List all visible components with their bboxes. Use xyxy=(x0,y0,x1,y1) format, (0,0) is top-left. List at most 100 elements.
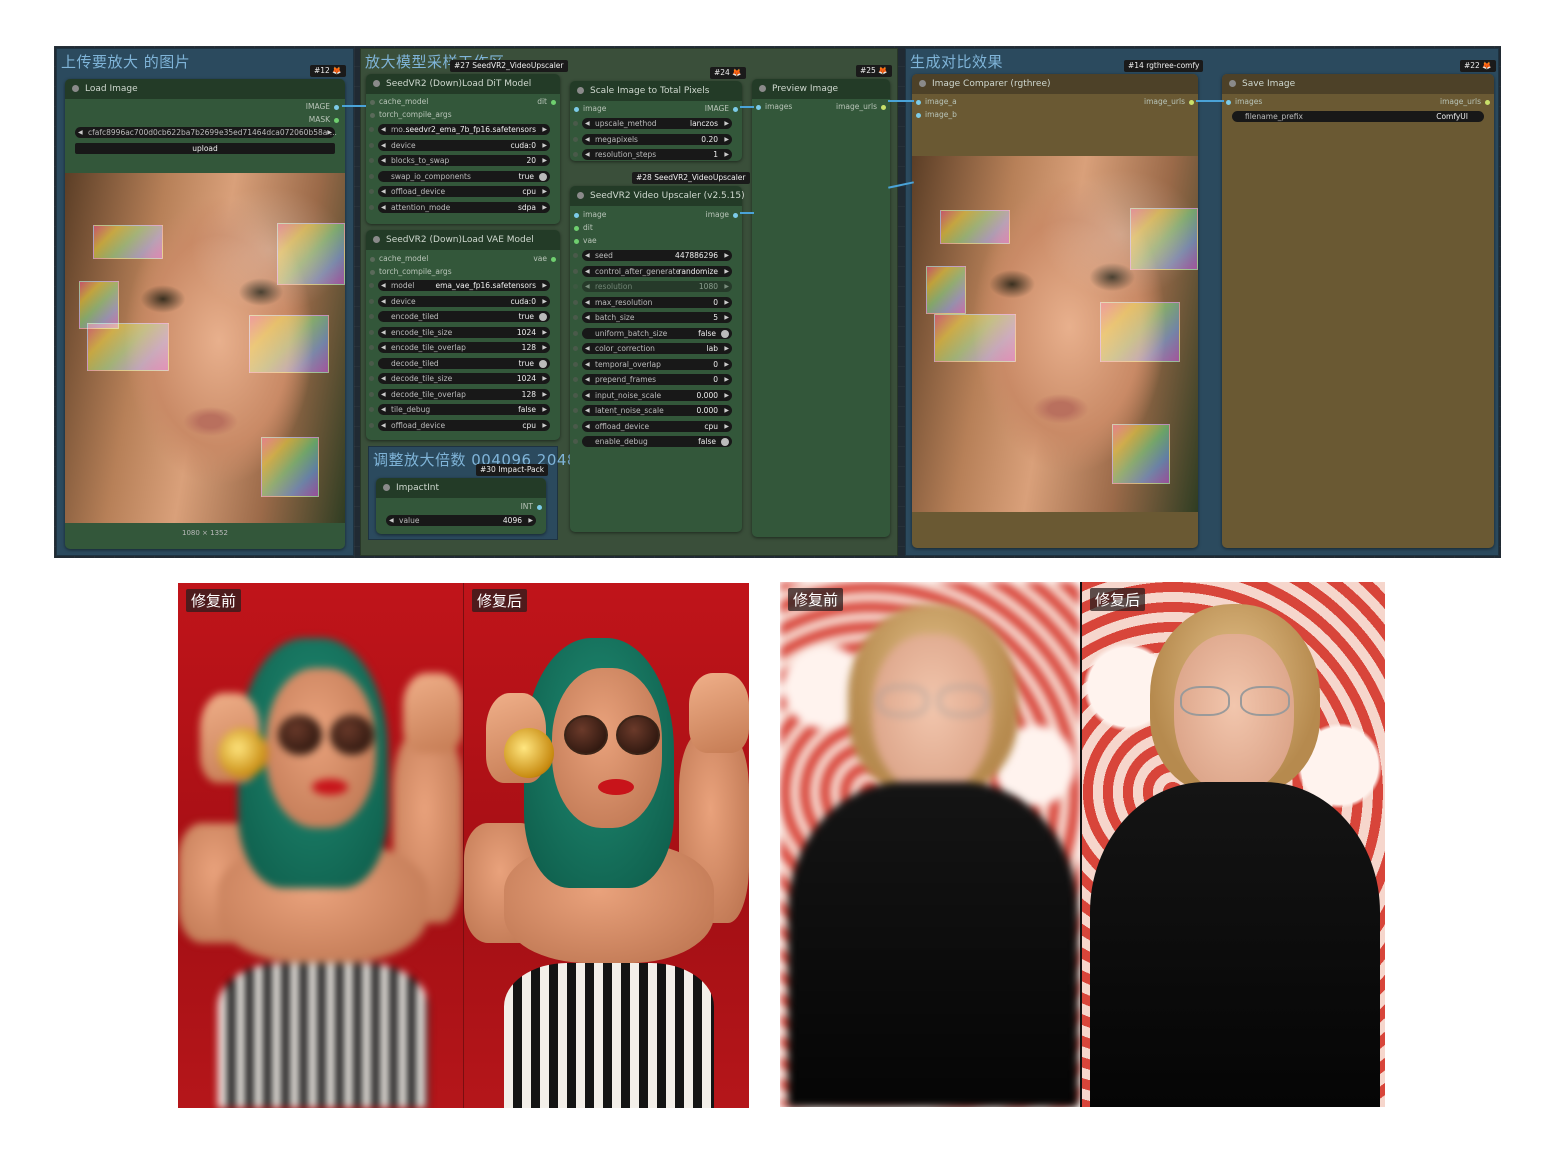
input-vae[interactable]: vae xyxy=(570,236,597,245)
output-int[interactable]: INT xyxy=(521,502,546,511)
input-dit[interactable]: dit xyxy=(570,223,593,232)
node-title-comparer[interactable]: Image Comparer (rgthree) xyxy=(912,74,1198,94)
comfy-canvas[interactable]: 上传要放大 的图片 放大模型采样工作区 生成对比效果 调整放大倍数 004096… xyxy=(54,46,1501,558)
output-mask[interactable]: MASK xyxy=(309,115,343,124)
input-image-a[interactable]: image_a xyxy=(912,97,957,106)
widget-socket[interactable] xyxy=(573,377,578,382)
widget-max-resolution[interactable]: max_resolution 0 xyxy=(573,296,732,308)
input-cache-model-vae[interactable]: cache_model xyxy=(366,254,428,263)
upload-button[interactable]: upload xyxy=(75,143,335,154)
widget-socket[interactable] xyxy=(573,121,578,126)
widget-uniform-batch-size[interactable]: uniform_batch_size false xyxy=(573,327,732,339)
widget-temporal-overlap[interactable]: temporal_overlap 0 xyxy=(573,358,732,370)
widget-decode-tile-overlap[interactable]: decode_tile_overlap 128 xyxy=(369,388,550,400)
widget-enable-debug[interactable]: enable_debug false xyxy=(573,436,732,447)
widget-swap-io-components[interactable]: swap_io_components true xyxy=(369,170,550,182)
input-image-scale[interactable]: image xyxy=(570,104,606,113)
output-dit[interactable]: dit xyxy=(537,97,560,106)
widget-upscale-method[interactable]: upscale_method lanczos xyxy=(573,118,732,129)
widget-socket[interactable] xyxy=(573,439,578,444)
widget-input-noise-scale[interactable]: input_noise_scale 0.000 xyxy=(573,389,732,401)
toggle-knob[interactable] xyxy=(539,359,547,368)
widget-blocks-to-swap[interactable]: blocks_to_swap 20 xyxy=(369,155,550,166)
widget-socket[interactable] xyxy=(573,136,578,142)
node-title-impact[interactable]: ImpactInt xyxy=(376,478,546,498)
output-vae[interactable]: vae xyxy=(533,254,560,263)
impact-value-widget[interactable]: value 4096 xyxy=(386,515,536,526)
widget-socket[interactable] xyxy=(573,361,578,367)
node-title-vae[interactable]: SeedVR2 (Down)Load VAE Model xyxy=(366,230,560,250)
comparer-image-preview[interactable] xyxy=(912,156,1198,512)
widget-socket[interactable] xyxy=(369,298,374,304)
node-title-scale[interactable]: Scale Image to Total Pixels xyxy=(570,81,742,101)
widget-socket[interactable] xyxy=(573,253,578,258)
widget-device[interactable]: device cuda:0 xyxy=(369,295,550,307)
widget-offload-device[interactable]: offload_device cpu xyxy=(573,420,732,432)
input-cache-model[interactable]: cache_model xyxy=(366,97,428,106)
widget-socket[interactable] xyxy=(573,330,578,336)
toggle-knob[interactable] xyxy=(721,438,729,446)
widget-socket[interactable] xyxy=(573,299,578,305)
node-video-upscaler[interactable]: SeedVR2 Video Upscaler (v2.5.15) image d… xyxy=(570,186,745,532)
node-save-image[interactable]: Save Image images image_urls filename_pr… xyxy=(1222,74,1494,548)
widget-encode-tiled[interactable]: encode_tiled true xyxy=(369,311,550,322)
input-image-upscaler[interactable]: image xyxy=(570,210,606,219)
widget-control-after-generate[interactable]: control_after_generaterandomize xyxy=(573,265,732,277)
output-urls-comparer[interactable]: image_urls xyxy=(1144,97,1198,106)
widget-socket[interactable] xyxy=(369,127,374,132)
widget-attention-mode[interactable]: attention_mode sdpa xyxy=(369,201,550,213)
widget-socket[interactable] xyxy=(573,268,578,274)
widget-color-correction[interactable]: color_correction lab xyxy=(573,343,732,354)
widget-decode-tile-size[interactable]: decode_tile_size 1024 xyxy=(369,373,550,384)
image-file-combo[interactable]: cfafc8996ac700d0cb622ba7b2699e35ed71464d… xyxy=(75,127,337,138)
node-image-comparer[interactable]: Image Comparer (rgthree) image_a image_b… xyxy=(912,74,1198,548)
widget-encode-tile-size[interactable]: encode_tile_size 1024 xyxy=(369,326,550,338)
output-urls-save[interactable]: image_urls xyxy=(1440,97,1494,106)
filename-prefix-field[interactable]: filename_prefix ComfyUI xyxy=(1232,111,1484,122)
widget-socket[interactable] xyxy=(369,407,374,412)
output-image-scale[interactable]: IMAGE xyxy=(705,104,742,113)
node-title-upscaler[interactable]: SeedVR2 Video Upscaler (v2.5.15) xyxy=(570,186,745,206)
widget-batch-size[interactable]: batch_size 5 xyxy=(573,312,732,323)
node-scale-image[interactable]: Scale Image to Total Pixels image IMAGE … xyxy=(570,81,742,161)
widget-socket[interactable] xyxy=(573,423,578,429)
node-vae-loader[interactable]: SeedVR2 (Down)Load VAE Model cache_model… xyxy=(366,230,560,440)
input-torch-compile-vae[interactable]: torch_compile_args xyxy=(366,267,452,276)
node-title-dit[interactable]: SeedVR2 (Down)Load DiT Model xyxy=(366,74,560,94)
widget-socket[interactable] xyxy=(573,315,578,320)
widget-socket[interactable] xyxy=(573,284,578,289)
widget-offload-device[interactable]: offload_device cpu xyxy=(369,419,550,431)
widget-socket[interactable] xyxy=(369,376,374,381)
node-title-save[interactable]: Save Image xyxy=(1222,74,1494,94)
widget-tile-debug[interactable]: tile_debug false xyxy=(369,404,550,415)
widget-socket[interactable] xyxy=(369,345,374,350)
toggle-knob[interactable] xyxy=(539,172,547,181)
widget-socket[interactable] xyxy=(369,314,374,319)
input-images-preview[interactable]: images xyxy=(752,102,792,111)
widget-resolution-steps[interactable]: resolution_steps 1 xyxy=(573,149,732,160)
widget-megapixels[interactable]: megapixels 0.20 xyxy=(573,133,732,145)
output-image[interactable]: IMAGE xyxy=(306,102,343,111)
widget-socket[interactable] xyxy=(369,283,374,288)
widget-socket[interactable] xyxy=(573,346,578,351)
widget-socket[interactable] xyxy=(369,391,374,397)
widget-socket[interactable] xyxy=(369,329,374,335)
widget-socket[interactable] xyxy=(369,173,374,179)
node-dit-loader[interactable]: SeedVR2 (Down)Load DiT Model cache_model… xyxy=(366,74,560,224)
widget-socket[interactable] xyxy=(369,204,374,210)
input-image-b[interactable]: image_b xyxy=(912,110,957,119)
widget-socket[interactable] xyxy=(369,422,374,428)
widget-device[interactable]: device cuda:0 xyxy=(369,139,550,151)
widget-socket[interactable] xyxy=(369,189,374,194)
toggle-knob[interactable] xyxy=(539,313,547,321)
node-title-load-image[interactable]: Load Image xyxy=(65,79,345,99)
node-preview-image[interactable]: Preview Image images image_urls xyxy=(752,79,890,537)
node-title-preview[interactable]: Preview Image xyxy=(752,79,890,99)
widget-socket[interactable] xyxy=(573,392,578,398)
widget-socket[interactable] xyxy=(369,158,374,163)
output-image-upscaler[interactable]: image xyxy=(706,210,742,219)
input-torch-compile[interactable]: torch_compile_args xyxy=(366,110,452,119)
node-load-image[interactable]: Load Image IMAGE MASK cfafc8996ac700d0cb… xyxy=(65,79,345,549)
widget-model[interactable]: model ema_vae_fp16.safetensors xyxy=(369,280,550,291)
input-images-save[interactable]: images xyxy=(1222,97,1262,106)
